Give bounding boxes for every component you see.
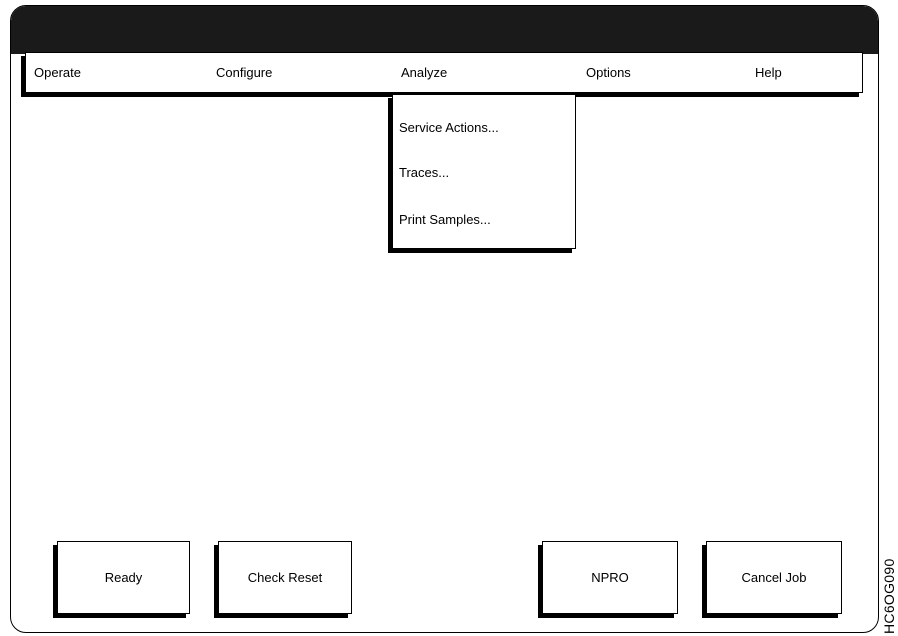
ready-button[interactable]: Ready: [57, 541, 190, 614]
menu-item-service-actions[interactable]: Service Actions...: [399, 120, 499, 135]
cancel-job-button[interactable]: Cancel Job: [706, 541, 842, 614]
check-reset-button[interactable]: Check Reset: [218, 541, 352, 614]
menu-item-traces[interactable]: Traces...: [399, 165, 449, 180]
menu-analyze[interactable]: Analyze: [401, 65, 447, 80]
menu-help[interactable]: Help: [755, 65, 782, 80]
menu-options[interactable]: Options: [586, 65, 631, 80]
menu-configure[interactable]: Configure: [216, 65, 272, 80]
analyze-dropdown-menu: Service Actions... Traces... Print Sampl…: [392, 94, 576, 249]
menu-bar: Operate Configure Analyze Options Help: [25, 52, 863, 93]
menu-item-print-samples[interactable]: Print Samples...: [399, 212, 491, 227]
npro-button[interactable]: NPRO: [542, 541, 678, 614]
figure-id-label: HC6OG090: [881, 558, 897, 634]
title-bar: [11, 6, 878, 54]
menu-operate[interactable]: Operate: [34, 65, 81, 80]
